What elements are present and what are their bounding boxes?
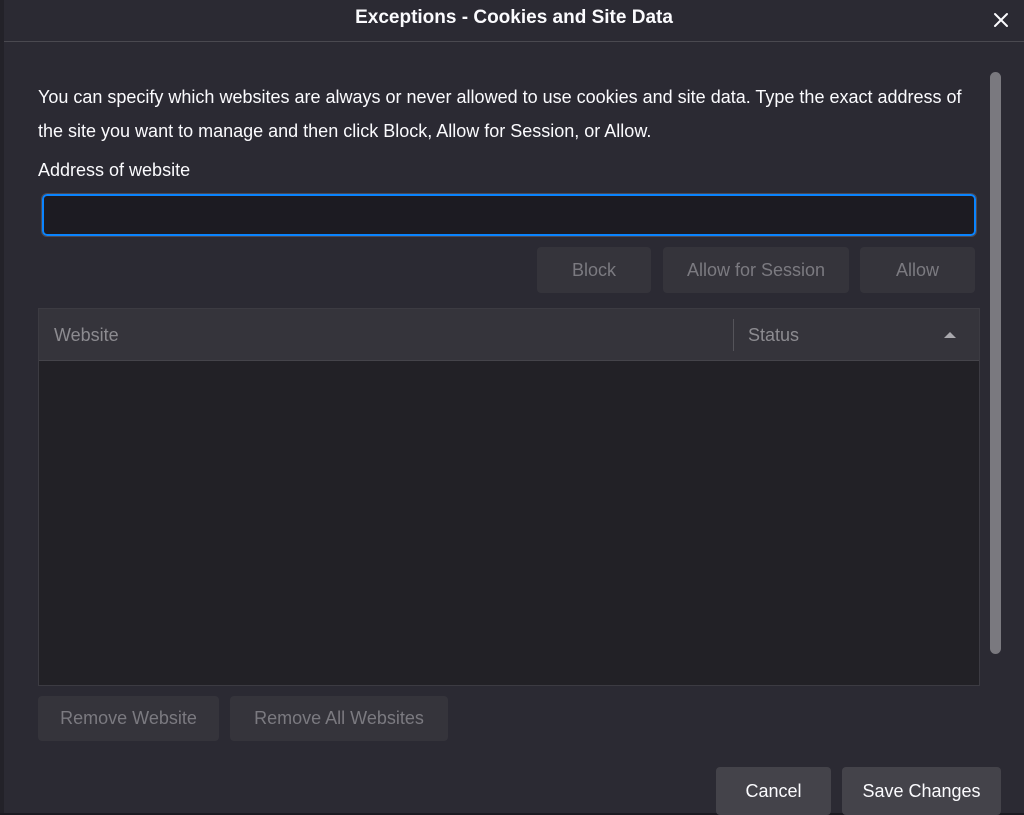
save-changes-button[interactable]: Save Changes [842, 767, 1001, 815]
scrollbar-thumb[interactable] [990, 72, 1001, 654]
remove-website-button[interactable]: Remove Website [38, 696, 219, 741]
allow-for-session-button[interactable]: Allow for Session [663, 247, 849, 293]
exceptions-table: Website Status [38, 308, 980, 686]
allow-button[interactable]: Allow [860, 247, 975, 293]
address-label: Address of website [38, 160, 191, 180]
remove-all-websites-button[interactable]: Remove All Websites [230, 696, 448, 741]
block-button[interactable]: Block [537, 247, 651, 293]
close-icon [994, 13, 1008, 27]
column-header-website[interactable]: Website [54, 325, 119, 346]
sort-ascending-icon [944, 332, 956, 338]
dialog-title: Exceptions - Cookies and Site Data [355, 7, 673, 28]
table-header: Website Status [39, 309, 979, 361]
table-body[interactable] [39, 361, 979, 685]
cancel-button[interactable]: Cancel [716, 767, 831, 815]
column-header-status[interactable]: Status [748, 325, 799, 346]
close-button[interactable] [984, 3, 1018, 37]
address-input[interactable] [41, 193, 977, 237]
column-divider[interactable] [733, 319, 734, 351]
exceptions-dialog: Exceptions - Cookies and Site Data You c… [4, 0, 1024, 815]
dialog-description: You can specify which websites are alway… [38, 87, 962, 141]
dialog-titlebar: Exceptions - Cookies and Site Data [4, 0, 1024, 42]
